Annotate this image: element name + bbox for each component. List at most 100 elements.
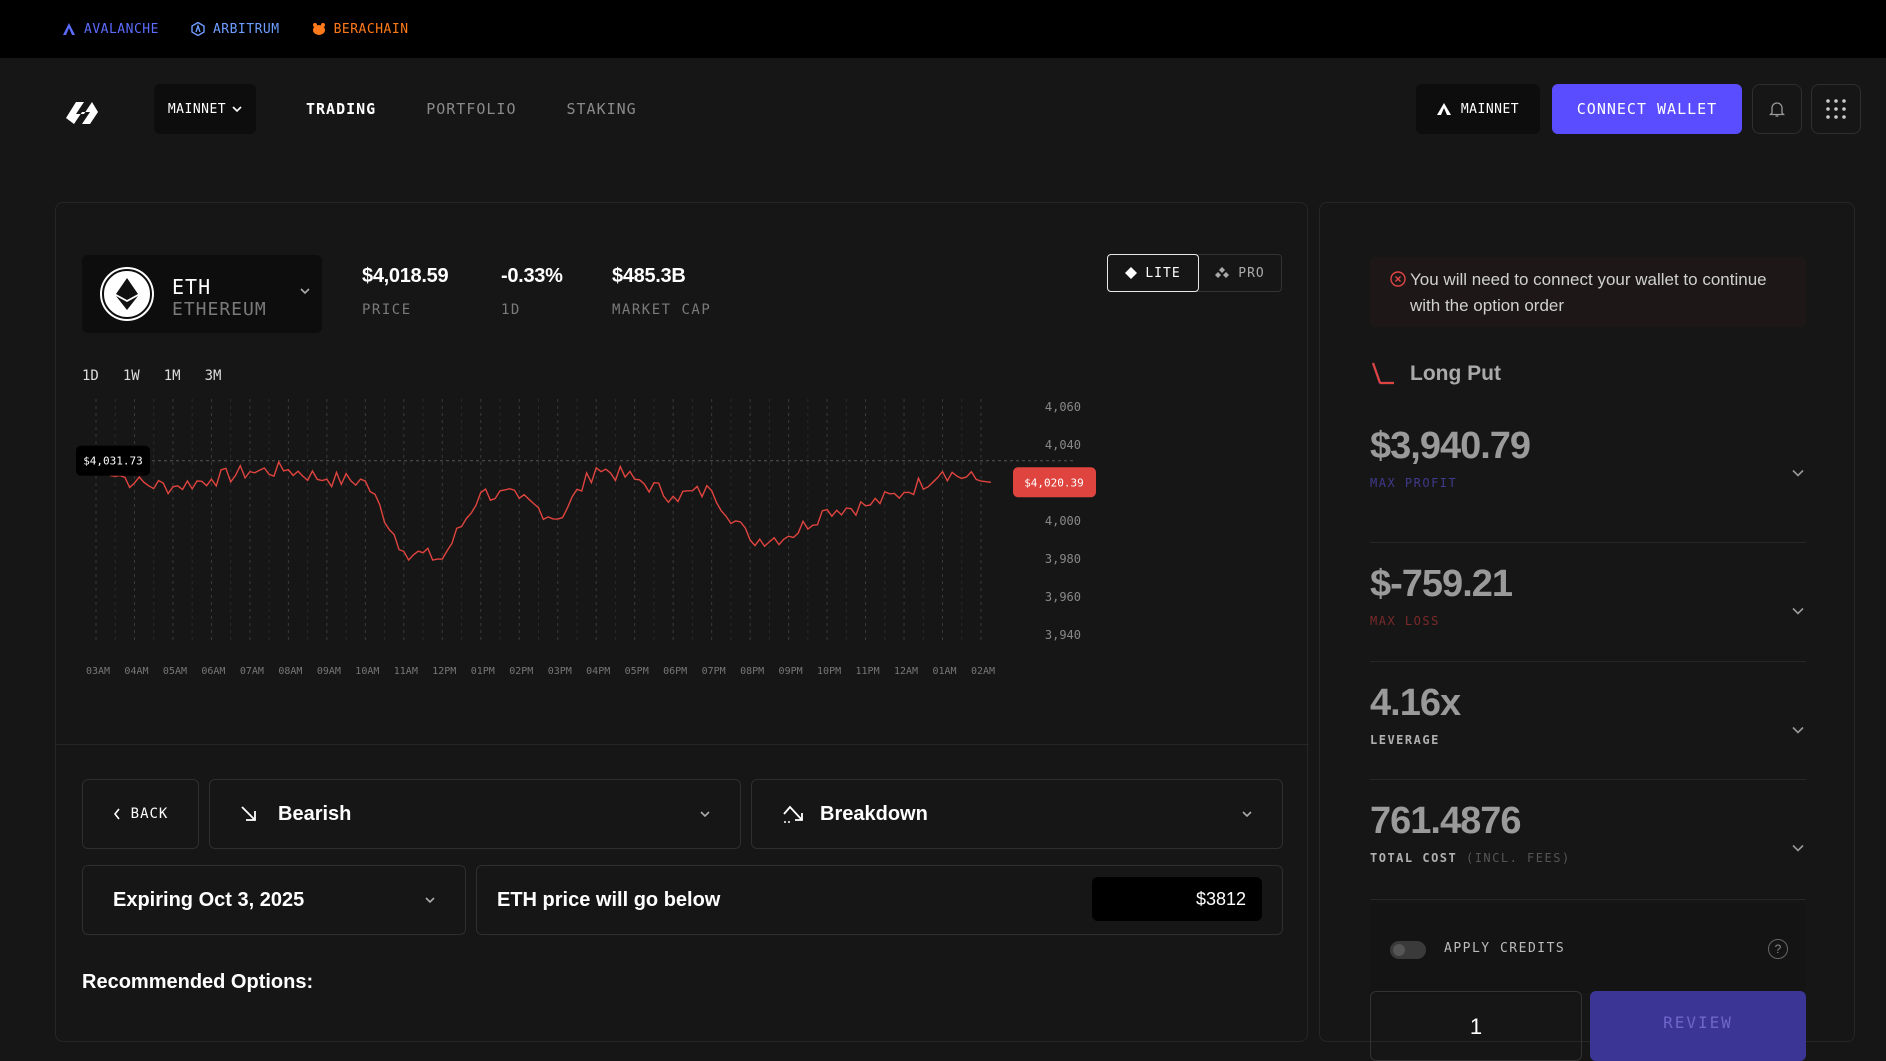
timeframe-1m[interactable]: 1M [164,368,181,384]
ethereum-icon [102,269,152,319]
leverage-value: 4.16x [1370,682,1461,724]
chevron-down-icon [1792,844,1804,852]
y-tick-label: 3,940 [1045,628,1081,642]
chain-berachain[interactable]: BERACHAIN [312,22,409,37]
network-badge[interactable]: MAINNET [1416,84,1540,134]
x-tick-label: 11PM [856,666,880,677]
x-tick-label: 01PM [471,666,495,677]
apps-menu-button[interactable] [1811,84,1861,134]
mode-pro-label: PRO [1238,265,1265,281]
logo-icon[interactable] [62,92,102,126]
x-tick-label: 02AM [971,666,995,677]
x-tick-label: 08PM [740,666,764,677]
x-tick-label: 09AM [317,666,341,677]
help-icon[interactable]: ? [1768,939,1788,959]
sentiment-select[interactable]: Bearish [209,779,741,849]
leverage-label: LEVERAGE [1370,733,1440,747]
apply-credits-toggle[interactable] [1390,941,1426,959]
mode-pro-button[interactable]: PRO [1198,255,1281,291]
total-cost-value: 761.4876 [1370,800,1522,842]
open-price-label: $4,031.73 [83,455,143,468]
chain-arbitrum[interactable]: ARBITRUM [191,22,280,37]
x-tick-label: 06PM [663,666,687,677]
mcap-label: MARKET CAP [612,302,712,318]
max-loss-value: $-759.21 [1370,563,1513,605]
quantity-stepper[interactable]: 1 [1370,991,1582,1061]
x-tick-label: 09PM [779,666,803,677]
section-divider [56,744,1309,745]
mcap-stat: $485.3B MARKET CAP [612,265,711,318]
mcap-value: $485.3B [612,265,686,287]
target-price-input[interactable] [1092,877,1262,921]
bell-icon [1769,102,1785,117]
max-loss-metric[interactable]: $-759.21 MAX LOSS [1370,543,1806,662]
strategy-select[interactable]: Breakdown [751,779,1283,849]
timeframe-3m[interactable]: 3M [205,368,222,384]
change-value: -0.33% [501,265,563,287]
x-tick-label: 03AM [86,666,110,677]
chain-avalanche[interactable]: AVALANCHE [62,22,159,37]
recommended-title: Recommended Options: [82,971,314,993]
max-profit-value: $3,940.79 [1370,425,1531,467]
nav-link-portfolio[interactable]: PORTFOLIO [426,100,516,118]
x-tick-label: 02PM [509,666,533,677]
asset-select[interactable]: ETH ETHEREUM [82,255,322,333]
x-tick-label: 07AM [240,666,264,677]
leverage-metric[interactable]: 4.16x LEVERAGE [1370,662,1806,780]
chevron-down-icon [1792,607,1804,615]
review-button[interactable]: REVIEW [1590,991,1806,1061]
y-tick-label: 4,000 [1045,514,1081,528]
connect-wallet-alert: You will need to connect your wallet to … [1370,257,1806,327]
price-stat: $4,018.59 PRICE [362,265,449,318]
asset-name: ETHEREUM [172,299,267,320]
alert-text: You will need to connect your wallet to … [1410,270,1767,315]
asset-symbol: ETH [172,275,212,299]
strategy-title: Long Put [1370,361,1501,387]
y-tick-label: 4,060 [1045,400,1081,414]
strategy-name: Long Put [1410,362,1501,385]
mode-lite-button[interactable]: LITE [1107,254,1199,292]
timeframe-1d[interactable]: 1D [82,368,99,384]
x-tick-label: 04AM [124,666,148,677]
network-select[interactable]: MAINNET [154,84,256,134]
price-label: PRICE [362,302,412,318]
current-price-label: $4,020.39 [1024,476,1084,489]
x-tick-label: 05PM [625,666,649,677]
max-profit-label: MAX PROFIT [1370,476,1458,490]
error-circle-icon [1390,271,1406,287]
quantity-value: 1 [1469,1014,1483,1039]
chevron-down-icon [300,288,310,295]
chevron-down-icon [1792,726,1804,734]
chevron-left-icon [113,808,120,820]
x-tick-label: 12PM [432,666,456,677]
arrow-down-right-icon [241,806,256,821]
price-chart: 03AM 04AM 05AM 06AM 07AM 08AM 09AM 10AM 11AM 12PM… [76,399,1096,677]
trading-panel: ETH ETHEREUM $4,018.59 PRICE -0.33% 1D $… [55,202,1309,1042]
nav-link-staking[interactable]: STAKING [567,100,637,118]
max-profit-metric[interactable]: $3,940.79 MAX PROFIT [1370,425,1806,543]
chain-label: ARBITRUM [212,21,280,37]
change-label: 1D [501,302,521,318]
breakdown-icon [783,805,803,823]
x-tick-label: 12AM [894,666,918,677]
expiry-label: Expiring Oct 3, 2025 [113,888,305,911]
sentiment-label: Bearish [278,802,352,825]
apply-credits-row: APPLY CREDITS ? [1370,903,1806,993]
x-tick-label: 04PM [586,666,610,677]
nav-link-trading[interactable]: TRADING [306,100,376,118]
chevron-down-icon [1242,811,1252,818]
mode-lite-label: LITE [1145,265,1181,281]
timeframe-1w[interactable]: 1W [123,368,140,384]
chevron-down-icon [700,811,710,818]
y-tick-label: 3,960 [1045,590,1081,604]
expiry-select[interactable]: Expiring Oct 3, 2025 [82,865,466,935]
back-button[interactable]: BACK [82,779,199,849]
network-badge-label: MAINNET [1460,101,1520,117]
connect-wallet-button[interactable]: CONNECT WALLET [1552,84,1742,134]
notifications-button[interactable] [1752,84,1802,134]
long-put-icon [1371,362,1394,385]
total-cost-metric[interactable]: 761.4876 TOTAL COST (INCL. FEES) [1370,780,1806,900]
chain-label: AVALANCHE [84,21,159,37]
nav-links: TRADING PORTFOLIO STAKING [306,100,637,118]
avalanche-icon [63,23,75,35]
